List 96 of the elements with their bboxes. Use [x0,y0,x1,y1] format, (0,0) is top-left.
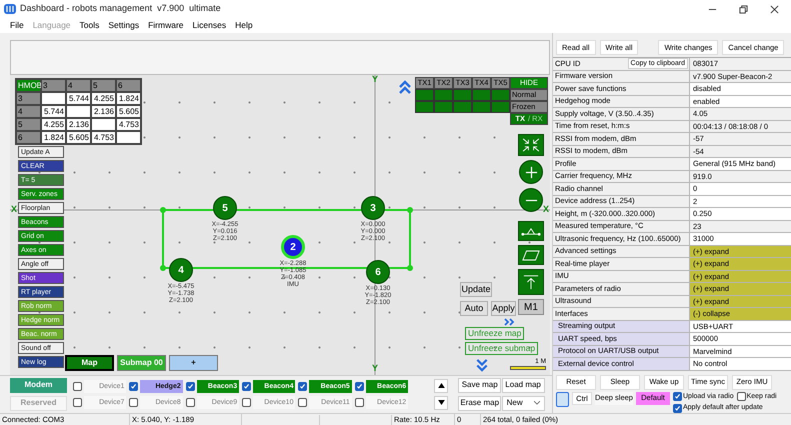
table-cell: 5.605 [66,131,91,144]
menu-item[interactable]: Licenses [192,19,226,32]
checkbox[interactable] [673,392,682,402]
axis-label: X [11,205,18,214]
move-up-button[interactable] [434,378,448,392]
beacon-marker[interactable]: 4 [169,258,193,282]
table-cell: 4.753 [116,118,141,131]
table-cell: 2.136 [91,105,116,118]
table-header: 3 [41,79,66,92]
scroll-up-icon[interactable] [398,79,412,95]
save-map-button[interactable]: Save map [458,378,502,392]
load-map-button[interactable]: Load map [502,378,545,392]
tx-cell [472,89,491,101]
update-button[interactable]: Update [460,282,492,297]
table-header: 4 [16,105,41,118]
menu-item[interactable]: Tools [80,19,100,32]
tx-cell [491,101,510,113]
erase-map-button[interactable]: Erase map [458,396,502,410]
color-swatch[interactable] [556,392,569,406]
table-header: 6 [116,79,141,92]
tx-cell [415,89,434,101]
axis-label: Y [372,364,378,373]
tx-cell [415,101,434,113]
checkbox[interactable] [186,382,195,390]
apply-button[interactable]: Apply [491,301,516,316]
tx-cell [453,101,472,113]
auto-button[interactable]: Auto [460,301,488,316]
tx-cell [453,89,472,101]
map-tab[interactable]: Map [65,355,114,371]
zoom-in-button[interactable] [519,160,543,184]
tx-cell [491,89,510,101]
checkbox[interactable] [298,398,308,406]
menu-item[interactable]: Help [235,19,253,32]
scale-bar [510,366,546,370]
checkbox[interactable] [129,398,138,406]
restore-icon[interactable] [739,4,748,14]
up-arrow-icon [523,274,539,290]
menu-item[interactable]: Settings [108,19,140,32]
checkbox[interactable] [186,398,195,406]
menu-item[interactable]: File [10,19,24,32]
path-icon [521,226,541,236]
double-chevron-icon [504,318,516,326]
table-cell: 1.824 [116,92,141,105]
window-title: Dashboard - robots management v7.900 ultimate [20,2,221,16]
marker-label: M1 [518,299,544,315]
table-header: 5 [91,79,116,92]
checkbox[interactable] [736,392,746,402]
table-header: 3 [16,92,41,105]
menu-item[interactable]: Firmware [148,19,184,32]
beacon-marker[interactable]: 6 [366,260,390,284]
axis-label: Y [372,75,378,84]
table-cell: 4.255 [91,92,116,105]
checkbox[interactable] [673,404,682,413]
area-tool-button[interactable] [518,245,544,265]
table-cell: 4.753 [91,131,116,144]
axis-label: X [543,205,550,214]
hedgehog-marker[interactable]: 2 [281,235,305,259]
tx-cell [434,89,453,101]
zoom-out-button[interactable] [519,188,543,212]
checkbox[interactable] [242,382,252,390]
checkbox[interactable] [129,382,138,390]
path-tool-button[interactable] [518,221,544,241]
table-cell: 2.136 [66,118,91,131]
checkbox[interactable] [242,398,252,406]
checkbox[interactable] [298,382,308,390]
tx-cell [434,101,453,113]
table-header: HMOB [16,79,41,92]
map-tab[interactable]: + [169,355,218,371]
parallelogram-icon [522,250,540,260]
table-cell: 5.744 [66,92,91,105]
beacon-marker[interactable]: 5 [213,196,237,220]
beacon-marker[interactable]: 3 [361,196,385,220]
table-header: 4 [66,79,91,92]
checkbox[interactable] [354,398,364,406]
chevron-down-icon [534,401,540,405]
close-icon[interactable] [770,4,779,14]
app-logo-icon [4,4,16,14]
table-cell: 1.824 [41,131,66,144]
triangle-down-icon [438,400,445,405]
tx-cell [472,101,491,113]
checkbox[interactable] [354,382,364,390]
checkbox[interactable] [73,382,82,390]
table-header: 6 [16,131,41,144]
move-down-button[interactable] [434,396,448,410]
table-cell: 4.255 [41,118,66,131]
map-select[interactable]: New [502,396,545,410]
checkbox[interactable] [73,398,82,406]
table-cell: 5.744 [41,105,66,118]
triangle-up-icon [438,383,445,388]
table-header: 5 [16,118,41,131]
raise-button[interactable] [518,269,544,295]
plus-icon [524,166,538,178]
shrink-icon [522,138,540,152]
table-cell: 5.605 [116,105,141,118]
fit-view-button[interactable] [518,134,544,156]
scroll-down-icon[interactable] [475,358,489,373]
